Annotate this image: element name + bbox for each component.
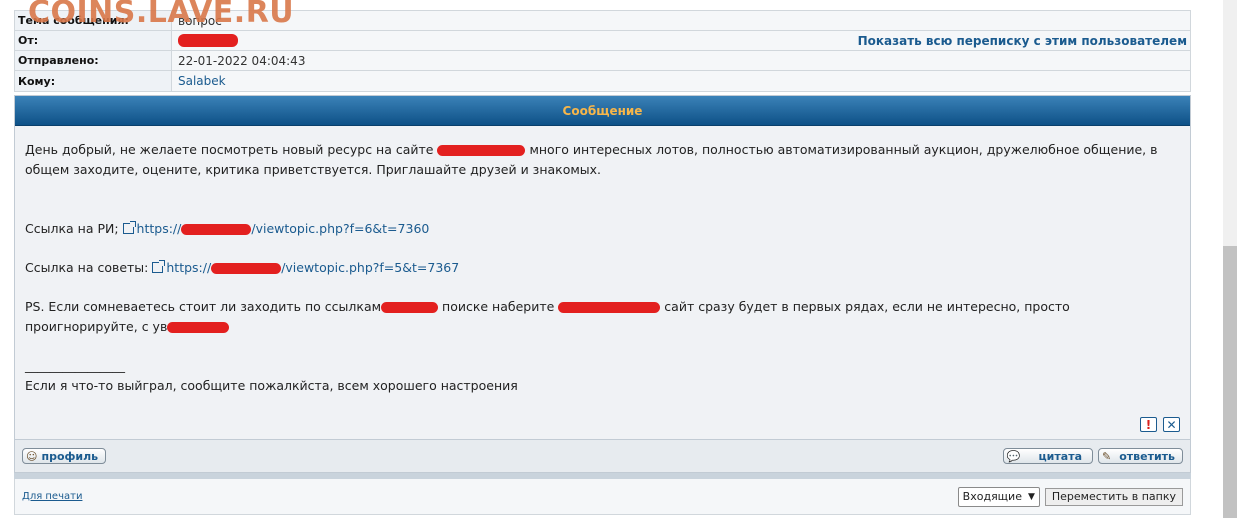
user-icon: ☺ <box>26 449 38 463</box>
redacted-sender <box>178 34 238 47</box>
link-line-1: Ссылка на РИ; https:///viewtopic.php?f=6… <box>25 221 430 236</box>
external-link-icon <box>122 221 136 234</box>
external-link-icon <box>152 260 166 273</box>
chevron-down-icon: ▼ <box>1027 491 1035 502</box>
site-watermark: COINS.LAVE.RU <box>28 0 295 30</box>
message-paragraph-1: День добрый, не желаете посмотреть новый… <box>25 142 1158 177</box>
quote-bubble-icon: 💬 <box>1006 449 1021 463</box>
from-value: Показать всю переписку с этим пользовате… <box>172 31 1190 50</box>
print-link[interactable]: Для печати <box>22 491 82 502</box>
signature-line: ________________ <box>25 358 125 373</box>
to-row: Кому: Salabek <box>15 71 1190 91</box>
quote-button[interactable]: 💬 цитата <box>1002 448 1093 464</box>
folder-select[interactable]: Входящие ▼ <box>957 486 1040 507</box>
show-all-correspondence-link[interactable]: Показать всю переписку с этим пользовате… <box>858 34 1190 48</box>
redacted-domain <box>211 263 282 274</box>
subject-value: вопрос <box>172 11 1190 30</box>
scrollbar-thumb[interactable] <box>1223 246 1237 518</box>
message-actions: ! ✕ <box>1140 417 1180 432</box>
sent-label: Отправлено: <box>15 51 172 70</box>
delete-icon[interactable]: ✕ <box>1163 417 1180 432</box>
report-icon[interactable]: ! <box>1140 417 1157 432</box>
from-row: От: Показать всю переписку с этим пользо… <box>15 31 1190 51</box>
link-line-2: Ссылка на советы: https:///viewtopic.php… <box>25 260 460 275</box>
to-value: Salabek <box>172 71 1190 91</box>
message-ps: PS. Если сомневаетесь стоит ли заходить … <box>25 299 1070 334</box>
recipient-link[interactable]: Salabek <box>178 74 226 88</box>
sent-row: Отправлено: 22-01-2022 04:04:43 <box>15 51 1190 71</box>
move-to-folder-button[interactable]: Переместить в папку <box>1044 487 1183 506</box>
from-label: От: <box>15 31 172 50</box>
forum-link-2[interactable]: https:///viewtopic.php?f=5&t=7367 <box>152 260 459 275</box>
sent-value: 22-01-2022 04:04:43 <box>172 51 1190 70</box>
message-footer: ☺ профиль 💬 цитата ✎ ответить <box>15 439 1190 472</box>
message-panel: Сообщение День добрый, не желаете посмот… <box>14 95 1191 473</box>
forum-link-1[interactable]: https:///viewtopic.php?f=6&t=7360 <box>122 221 429 236</box>
to-label: Кому: <box>15 71 172 91</box>
message-title: Сообщение <box>15 96 1190 126</box>
profile-button[interactable]: ☺ профиль <box>22 448 107 464</box>
redacted-text <box>167 322 230 333</box>
redacted-site <box>437 145 526 156</box>
reply-pencil-icon: ✎ <box>1102 449 1112 463</box>
redacted-text <box>381 302 439 313</box>
redacted-text <box>558 302 661 313</box>
bottom-bar: Для печати Входящие ▼ Переместить в папк… <box>14 479 1191 515</box>
folder-controls: Входящие ▼ Переместить в папку <box>957 486 1183 507</box>
redacted-domain <box>181 224 252 235</box>
signature-text: Если я что-то выйграл, сообщите пожалкйс… <box>25 378 518 393</box>
reply-buttons: 💬 цитата ✎ ответить <box>1002 448 1183 464</box>
reply-button[interactable]: ✎ ответить <box>1098 448 1183 464</box>
message-body: День добрый, не желаете посмотреть новый… <box>15 126 1190 438</box>
